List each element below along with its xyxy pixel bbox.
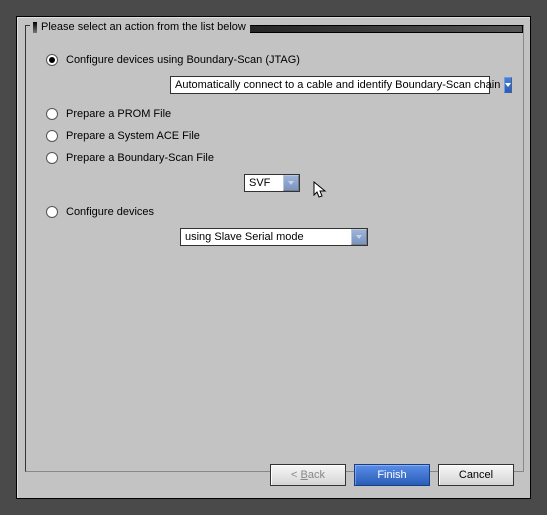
radio-icon	[46, 152, 58, 164]
option-boundary-scan[interactable]: Configure devices using Boundary-Scan (J…	[46, 54, 509, 66]
button-label: Finish	[377, 469, 406, 481]
action-groupbox: Please select an action from the list be…	[25, 25, 524, 472]
radio-icon	[46, 54, 58, 66]
option-system-ace-file[interactable]: Prepare a System ACE File	[46, 130, 509, 142]
dialog-window: Please select an action from the list be…	[16, 16, 531, 499]
configure-mode-combo[interactable]: using Slave Serial mode	[180, 228, 368, 246]
bsfile-format-combo[interactable]: SVF	[244, 174, 300, 192]
radio-label: Prepare a PROM File	[66, 108, 171, 120]
radio-label: Prepare a Boundary-Scan File	[66, 152, 214, 164]
button-bar: < Back Finish Cancel	[270, 464, 514, 486]
options-area: Configure devices using Boundary-Scan (J…	[46, 54, 509, 260]
boundary-scan-combo-wrap: Automatically connect to a cable and ide…	[170, 76, 509, 94]
group-title: Please select an action from the list be…	[41, 21, 246, 33]
button-label: Cancel	[459, 469, 493, 481]
option-configure-devices[interactable]: Configure devices	[46, 206, 509, 218]
cancel-button[interactable]: Cancel	[438, 464, 514, 486]
chevron-down-icon[interactable]	[283, 175, 299, 191]
finish-button[interactable]: Finish	[354, 464, 430, 486]
option-prom-file[interactable]: Prepare a PROM File	[46, 108, 509, 120]
back-button: < Back	[270, 464, 346, 486]
combo-value: Automatically connect to a cable and ide…	[171, 79, 504, 91]
radio-icon	[46, 206, 58, 218]
combo-value: SVF	[245, 177, 283, 189]
radio-icon	[46, 130, 58, 142]
title-marker	[33, 22, 37, 33]
radio-label: Configure devices using Boundary-Scan (J…	[66, 54, 300, 66]
option-boundary-scan-file[interactable]: Prepare a Boundary-Scan File	[46, 152, 509, 164]
group-title-wrap: Please select an action from the list be…	[30, 21, 250, 33]
combo-value: using Slave Serial mode	[181, 231, 351, 243]
bsfile-combo-wrap: SVF	[244, 174, 509, 192]
radio-icon	[46, 108, 58, 120]
chevron-down-icon[interactable]	[351, 229, 367, 245]
boundary-scan-combo[interactable]: Automatically connect to a cable and ide…	[170, 76, 490, 94]
radio-label: Prepare a System ACE File	[66, 130, 200, 142]
radio-label: Configure devices	[66, 206, 154, 218]
button-label: < Back	[291, 469, 325, 481]
chevron-down-icon[interactable]	[504, 77, 512, 93]
configure-mode-combo-wrap: using Slave Serial mode	[180, 228, 509, 246]
